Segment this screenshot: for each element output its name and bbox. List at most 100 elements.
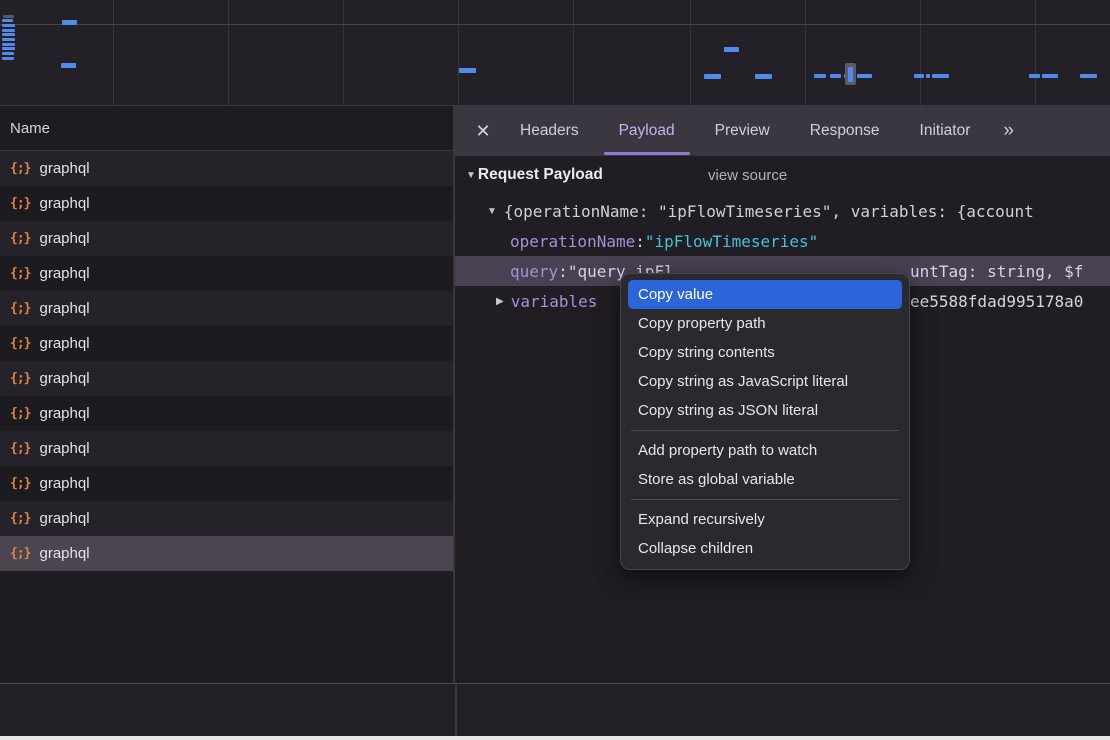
query-key: query bbox=[510, 262, 558, 281]
waterfall-bar[interactable] bbox=[62, 20, 77, 25]
braces-icon: {;} bbox=[10, 371, 30, 386]
request-list-panel: Name {;} graphql {;} graphql {;} graphql {;} gr… bbox=[0, 106, 455, 683]
details-tab-bar: ✕ HeadersPayloadPreviewResponseInitiator… bbox=[455, 106, 1110, 156]
waterfall-bar[interactable] bbox=[2, 19, 13, 22]
query-value-right: untTag: string, $f bbox=[910, 256, 1083, 286]
waterfall-bar[interactable] bbox=[857, 74, 872, 78]
waterfall-bar[interactable] bbox=[704, 74, 721, 79]
waterfall-bar[interactable] bbox=[932, 74, 949, 78]
menu-item-copy-string-as-json-literal[interactable]: Copy string as JSON literal bbox=[621, 396, 909, 425]
menu-item-copy-value[interactable]: Copy value bbox=[628, 280, 902, 309]
waterfall-bar[interactable] bbox=[914, 74, 924, 78]
request-payload-title: Request Payload bbox=[478, 166, 603, 184]
waterfall-bar[interactable] bbox=[926, 74, 930, 78]
waterfall-bar[interactable] bbox=[755, 74, 772, 79]
view-source-link[interactable]: view source bbox=[708, 167, 787, 184]
menu-separator bbox=[631, 499, 899, 500]
menu-item-copy-property-path[interactable]: Copy property path bbox=[621, 309, 909, 338]
waterfall-bar[interactable] bbox=[2, 43, 15, 46]
waterfall-bar[interactable] bbox=[724, 47, 739, 52]
braces-icon: {;} bbox=[10, 231, 30, 246]
braces-icon: {;} bbox=[10, 546, 30, 561]
request-row[interactable]: {;}graphql bbox=[0, 431, 453, 466]
waterfall-bar[interactable] bbox=[2, 29, 15, 32]
payload-root-row[interactable]: ▼ {operationName: "ipFlowTimeseries", va… bbox=[455, 196, 1110, 226]
request-name: graphql bbox=[39, 300, 89, 317]
request-row[interactable]: {;} graphql bbox=[0, 361, 453, 396]
grid-line bbox=[805, 0, 806, 106]
request-name: graphql bbox=[39, 370, 89, 387]
braces-icon: {;} bbox=[10, 476, 30, 491]
request-name: graphql bbox=[39, 160, 89, 177]
operation-name-row[interactable]: operationName: "ipFlowTimeseries" bbox=[455, 226, 1110, 256]
request-row[interactable]: {;} graphql bbox=[0, 466, 453, 501]
grid-line bbox=[573, 0, 574, 106]
braces-icon: {;} bbox=[10, 301, 30, 316]
menu-item-collapse-children[interactable]: Collapse children bbox=[621, 534, 909, 563]
menu-item-copy-string-as-javascript-literal[interactable]: Copy string as JavaScript literal bbox=[621, 367, 909, 396]
tab-response[interactable]: Response bbox=[795, 106, 895, 156]
request-row[interactable]: {;}graphql bbox=[0, 396, 453, 431]
menu-item-store-as-global-variable[interactable]: Store as global variable bbox=[621, 465, 909, 494]
grid-line bbox=[458, 0, 459, 106]
request-name: graphql bbox=[39, 545, 89, 562]
more-tabs-icon[interactable]: » bbox=[1003, 106, 1012, 156]
request-name: graphql bbox=[39, 510, 89, 527]
close-icon[interactable]: ✕ bbox=[475, 106, 491, 156]
request-row[interactable]: {;} graphql bbox=[0, 186, 453, 221]
grid-line bbox=[1035, 0, 1036, 106]
name-column-header[interactable]: Name bbox=[0, 106, 453, 151]
tab-payload[interactable]: Payload bbox=[604, 106, 690, 156]
request-row[interactable]: {;} graphql bbox=[0, 151, 453, 186]
waterfall-bar-gray[interactable] bbox=[3, 15, 14, 18]
waterfall-bar[interactable] bbox=[2, 57, 14, 60]
grid-line bbox=[690, 0, 691, 106]
request-row[interactable]: {;} graphql bbox=[0, 536, 453, 571]
request-row[interactable]: {;} graphql bbox=[0, 501, 453, 536]
payload-preview-text: {operationName: "ipFlowTimeseries", vari… bbox=[504, 202, 1034, 221]
request-row[interactable]: {;} graphql bbox=[0, 291, 453, 326]
tab-initiator[interactable]: Initiator bbox=[905, 106, 986, 156]
braces-icon: {;} bbox=[10, 196, 30, 211]
expand-triangle-icon[interactable]: ▶ bbox=[496, 296, 504, 307]
waterfall-bar[interactable] bbox=[1042, 74, 1058, 78]
menu-separator bbox=[631, 430, 899, 431]
operation-name-value: "ipFlowTimeseries" bbox=[645, 232, 818, 251]
request-row[interactable]: {;}graphql bbox=[0, 256, 453, 291]
waterfall-bar[interactable] bbox=[1080, 74, 1097, 78]
waterfall-bar[interactable] bbox=[459, 68, 476, 73]
tab-preview[interactable]: Preview bbox=[700, 106, 785, 156]
summary-bar-empty bbox=[0, 684, 1110, 736]
request-row[interactable]: {;}graphql bbox=[0, 326, 453, 361]
menu-item-copy-string-contents[interactable]: Copy string contents bbox=[621, 338, 909, 367]
waterfall-bar[interactable] bbox=[61, 63, 76, 68]
request-name: graphql bbox=[39, 335, 89, 352]
details-tabs: HeadersPayloadPreviewResponseInitiator bbox=[505, 106, 985, 156]
network-overview-waterfall[interactable] bbox=[0, 0, 1110, 106]
main-split: Name {;} graphql {;} graphql {;} graphql {;} gr… bbox=[0, 106, 1110, 683]
waterfall-bar[interactable] bbox=[2, 52, 14, 55]
waterfall-bar[interactable] bbox=[2, 24, 15, 27]
waterfall-bar[interactable] bbox=[830, 74, 841, 78]
waterfall-bar[interactable] bbox=[848, 67, 853, 82]
menu-item-add-property-path-to-watch[interactable]: Add property path to watch bbox=[621, 436, 909, 465]
grid-line bbox=[0, 24, 1110, 25]
request-name: graphql bbox=[39, 405, 89, 422]
braces-icon: {;} bbox=[10, 511, 30, 526]
request-name: graphql bbox=[39, 475, 89, 492]
request-name: graphql bbox=[39, 230, 89, 247]
waterfall-bar[interactable] bbox=[2, 33, 15, 36]
braces-icon: {;} bbox=[10, 161, 30, 176]
waterfall-bar[interactable] bbox=[814, 74, 826, 78]
menu-item-expand-recursively[interactable]: Expand recursively bbox=[621, 505, 909, 534]
tab-headers[interactable]: Headers bbox=[505, 106, 594, 156]
operation-name-key: operationName bbox=[510, 232, 635, 251]
waterfall-bar[interactable] bbox=[1029, 74, 1040, 78]
waterfall-bar[interactable] bbox=[2, 38, 15, 41]
request-name: graphql bbox=[39, 195, 89, 212]
variables-key: variables bbox=[511, 292, 598, 311]
waterfall-bar[interactable] bbox=[2, 47, 15, 50]
expand-triangle-icon[interactable]: ▼ bbox=[487, 206, 497, 217]
request-row[interactable]: {;} graphql bbox=[0, 221, 453, 256]
request-payload-section-header[interactable]: ▼ Request Payload bbox=[466, 166, 603, 184]
